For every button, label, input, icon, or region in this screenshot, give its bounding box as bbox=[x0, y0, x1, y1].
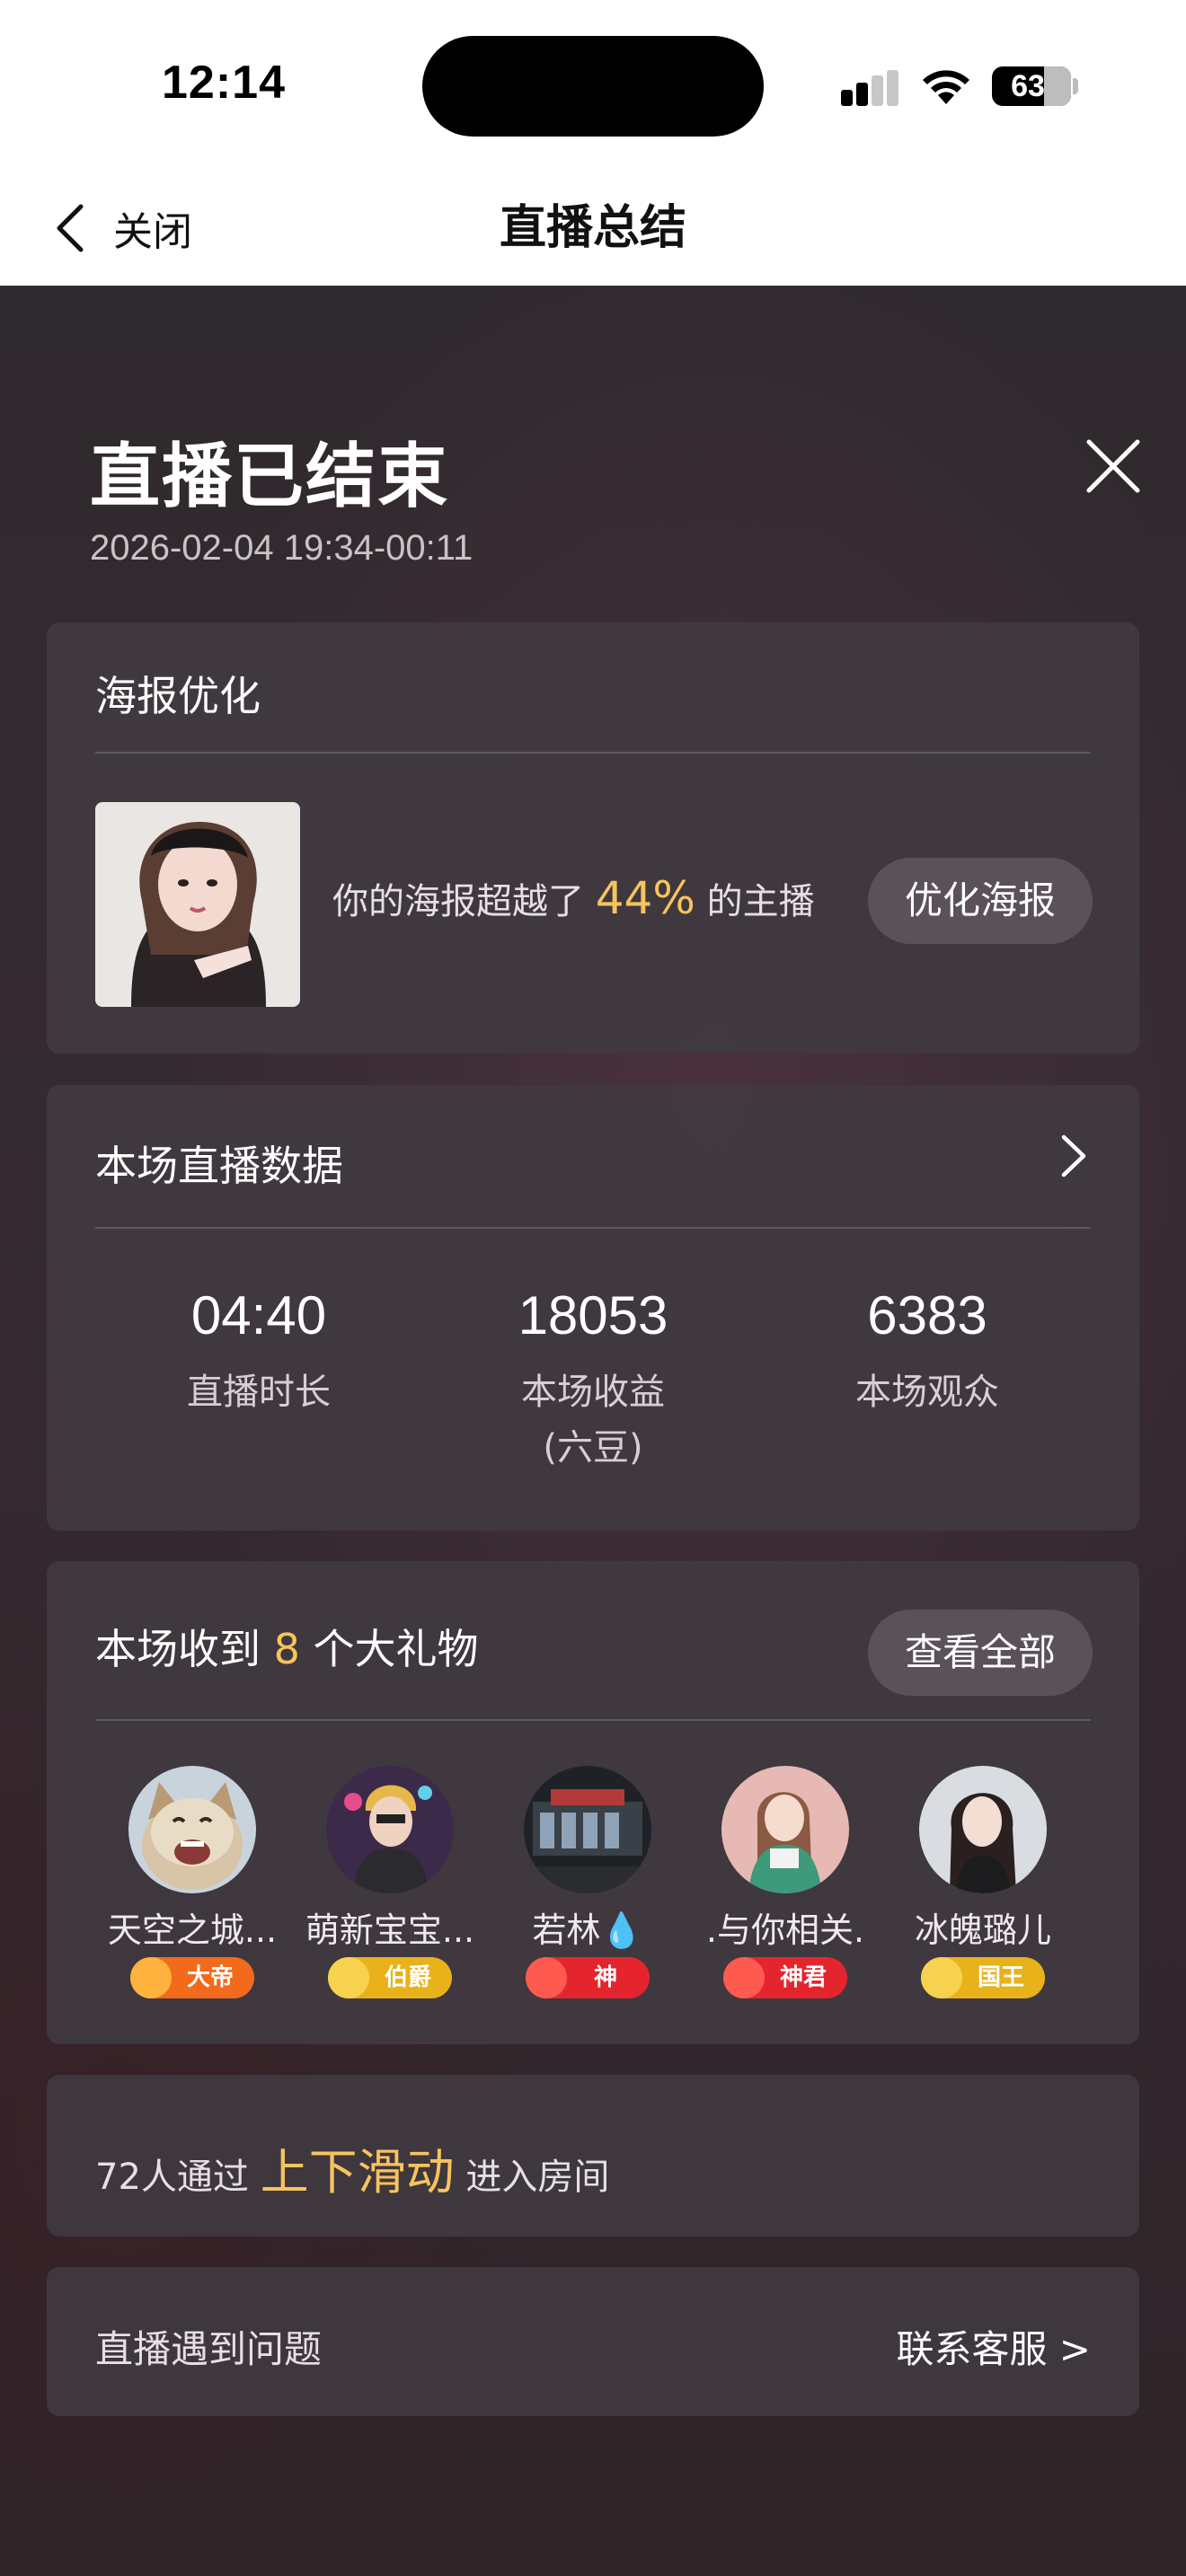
poster-text-suffix: 的主播 bbox=[706, 881, 815, 922]
gifter-item[interactable]: .与你相关. 神君 bbox=[686, 1766, 884, 1998]
gifter-name: .与你相关. bbox=[705, 1910, 865, 1950]
gifter-item[interactable]: 萌新宝宝... 伯爵 bbox=[291, 1766, 489, 1998]
stats-card-title: 本场直播数据 bbox=[95, 1142, 343, 1190]
support-card: 直播遇到问题 联系客服 > bbox=[47, 2267, 1139, 2416]
status-time: 12:14 bbox=[162, 57, 286, 109]
badge-label: 国王 bbox=[977, 1964, 1024, 1991]
avatar bbox=[721, 1766, 849, 1893]
gifter-level-badge: 大帝 bbox=[130, 1957, 254, 1998]
close-icon[interactable] bbox=[1078, 431, 1148, 501]
gifter-item[interactable]: 冰魄璐儿 国王 bbox=[884, 1766, 1082, 1998]
gifts-count: 8 bbox=[273, 1625, 300, 1673]
swipe-prefix: 72人通过 bbox=[95, 2157, 249, 2198]
stat-duration: 04:40 直播时长 bbox=[97, 1284, 420, 1420]
poster-rank-text: 你的海报超越了 44% 的主播 bbox=[332, 872, 815, 924]
wifi-icon bbox=[923, 70, 969, 104]
gifter-name: 天空之城... bbox=[107, 1910, 278, 1950]
chevron-left-icon bbox=[57, 204, 84, 252]
avatar bbox=[524, 1766, 651, 1893]
badge-label: 大帝 bbox=[186, 1964, 234, 1991]
gifter-item[interactable]: 若林💧 神 bbox=[489, 1766, 686, 1998]
stat-label: 本场收益 (六豆) bbox=[431, 1364, 755, 1476]
swipe-entry-text: 72人通过 上下滑动 进入房间 bbox=[95, 2132, 609, 2203]
swipe-suffix: 进入房间 bbox=[465, 2157, 610, 2198]
chevron-right-icon[interactable] bbox=[1055, 1130, 1091, 1182]
page-title: 直播已结束 bbox=[90, 437, 450, 517]
view-all-gifts-button[interactable]: 查看全部 bbox=[868, 1610, 1093, 1696]
shield-icon bbox=[526, 1957, 567, 1998]
diamond-icon bbox=[921, 1957, 962, 1998]
stat-label: 本场观众 bbox=[855, 1372, 999, 1413]
crown-icon bbox=[130, 1957, 172, 1998]
gifter-level-badge: 伯爵 bbox=[328, 1957, 452, 1998]
shield-icon bbox=[723, 1957, 765, 1998]
battery-nub bbox=[1073, 78, 1078, 94]
gifter-item[interactable]: 天空之城... 大帝 bbox=[93, 1766, 291, 1998]
stat-label-main: 本场收益 bbox=[521, 1372, 665, 1413]
battery-icon: 63 bbox=[992, 66, 1071, 106]
live-stats-card: 本场直播数据 04:40 直播时长 18053 本场收益 (六豆) 6383 本… bbox=[47, 1085, 1139, 1531]
badge-label: 神 bbox=[593, 1964, 617, 1991]
big-gifts-card: 本场收到 8 个大礼物 查看全部 天空之城... 大帝 萌新宝宝... 伯爵 若… bbox=[47, 1561, 1139, 2044]
back-button[interactable]: 关闭 bbox=[50, 189, 230, 268]
swipe-highlight: 上下滑动 bbox=[260, 2144, 455, 2201]
avatar bbox=[919, 1766, 1047, 1893]
content-area: 直播已结束 2026-02-04 19:34-00:11 海报优化 你的海报超越… bbox=[0, 286, 1186, 2576]
stat-viewers: 6383 本场观众 bbox=[766, 1284, 1089, 1420]
optimize-poster-button[interactable]: 优化海报 bbox=[868, 858, 1093, 944]
poster-percent: 44% bbox=[595, 872, 695, 924]
battery-level: 63 bbox=[1011, 69, 1045, 103]
gifts-title-suffix: 个大礼物 bbox=[313, 1625, 479, 1673]
swipe-entry-card: 72人通过 上下滑动 进入房间 bbox=[47, 2075, 1139, 2236]
status-bar: 12:14 63 bbox=[0, 0, 1186, 171]
stat-label: 直播时长 bbox=[187, 1372, 331, 1413]
poster-card-header: 海报优化 bbox=[95, 622, 1091, 754]
gifter-level-badge: 神 bbox=[526, 1957, 650, 1998]
stats-card-header[interactable]: 本场直播数据 bbox=[95, 1085, 1091, 1229]
gifter-name: 冰魄璐儿 bbox=[914, 1910, 1051, 1950]
dynamic-island bbox=[422, 36, 764, 137]
poster-text-prefix: 你的海报超越了 bbox=[332, 881, 584, 922]
gifts-card-title: 本场收到 8 个大礼物 bbox=[95, 1617, 479, 1676]
back-label: 关闭 bbox=[113, 209, 192, 255]
poster-thumbnail[interactable] bbox=[95, 802, 300, 1007]
gifter-level-badge: 神君 bbox=[723, 1957, 847, 1998]
badge-label: 神君 bbox=[779, 1964, 827, 1991]
avatar bbox=[326, 1766, 454, 1893]
poster-image bbox=[95, 802, 300, 1007]
diamond-icon bbox=[328, 1957, 369, 1998]
live-time-range: 2026-02-04 19:34-00:11 bbox=[90, 528, 474, 568]
gifter-level-badge: 国王 bbox=[921, 1957, 1045, 1998]
stat-value: 6383 bbox=[867, 1285, 987, 1345]
poster-card: 海报优化 你的海报超越了 44% 的主播 优化海报 bbox=[47, 622, 1139, 1054]
stat-earnings: 18053 本场收益 (六豆) bbox=[431, 1284, 755, 1476]
support-label: 直播遇到问题 bbox=[95, 2327, 323, 2371]
stat-value: 18053 bbox=[518, 1285, 668, 1345]
gifts-title-prefix: 本场收到 bbox=[95, 1625, 261, 1673]
stat-label-unit: (六豆) bbox=[543, 1427, 643, 1469]
signal-icon bbox=[841, 70, 898, 106]
badge-label: 伯爵 bbox=[384, 1964, 431, 1991]
gifter-name: 萌新宝宝... bbox=[305, 1910, 475, 1950]
poster-card-title: 海报优化 bbox=[95, 672, 261, 720]
gifter-name: 若林💧 bbox=[532, 1910, 643, 1950]
avatar bbox=[128, 1766, 256, 1893]
stat-value: 04:40 bbox=[190, 1285, 327, 1345]
contact-support-link[interactable]: 联系客服 > bbox=[896, 2319, 1091, 2374]
nav-bar: 直播总结 关闭 bbox=[0, 171, 1186, 286]
